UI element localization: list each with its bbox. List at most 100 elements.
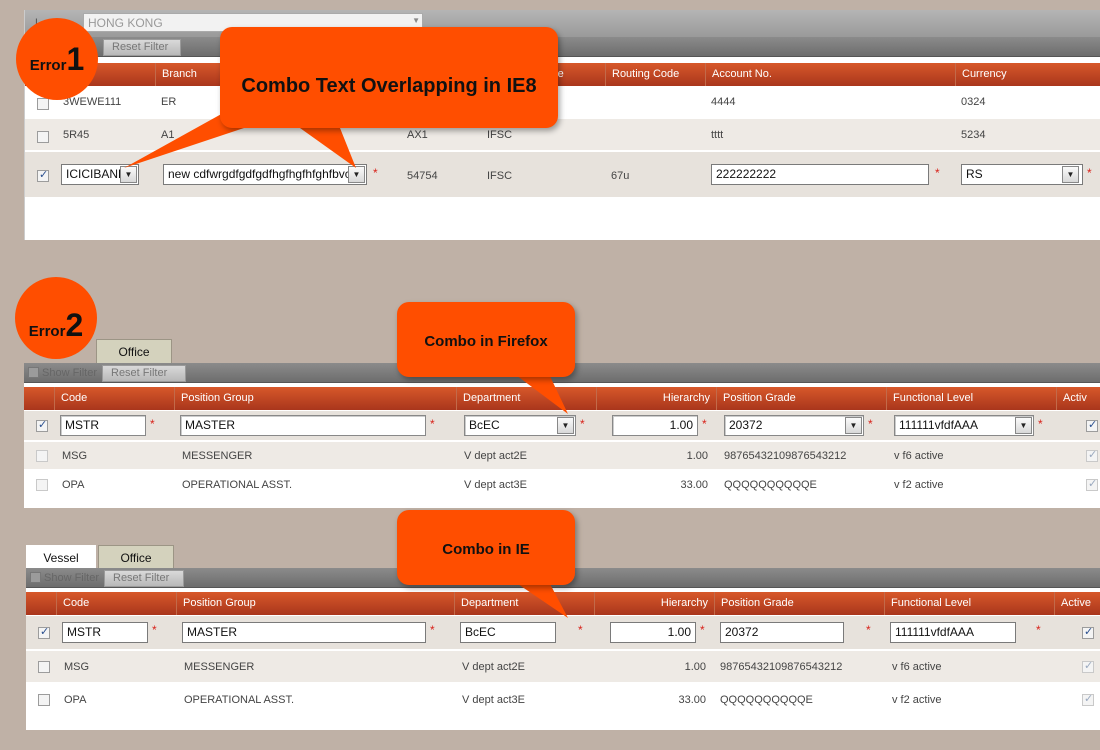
active-checkbox [1082,692,1094,706]
reset-filter-button[interactable]: Reset Filter [104,570,184,587]
col-routing-code[interactable]: Routing Code [605,63,679,86]
col-branch[interactable]: Branch [155,63,197,86]
location-combo-value: HONG KONG [88,16,163,30]
table-row[interactable]: 5R45 A1 AX1 IFSC tttt 5234 [25,119,1100,151]
col-hierarchy[interactable]: Hierarchy [594,592,714,615]
type-cell: IFSC [487,129,513,141]
department-cell: V dept act2E [464,450,527,462]
hierarchy-cell: 1.00 [684,661,706,673]
code-cell: MSG [64,661,90,673]
row-checkbox[interactable] [37,131,49,143]
chevron-down-icon[interactable]: ▼ [845,417,862,434]
position-grade-combo[interactable]: 20372 [720,622,844,643]
callout-combo-ie: Combo in IE [397,510,575,585]
col-hierarchy[interactable]: Hierarchy [596,387,716,410]
show-filter-toggle[interactable]: Show Filter [28,570,99,586]
currency-cell: 5234 [961,129,986,141]
position-grade-cell: QQQQQQQQQQE [724,479,817,491]
col-position-grade[interactable]: Position Grade [714,592,794,615]
active-checkbox [1082,659,1094,673]
tab-office[interactable]: Office [98,545,174,569]
position-group-input[interactable]: MASTER [182,622,426,643]
table-row[interactable]: MSG MESSENGER V dept act2E 1.00 98765432… [24,442,1100,470]
grid-area: Show Filter Reset Filter Code Position G… [26,568,1100,730]
chevron-down-icon[interactable]: ▼ [120,166,137,183]
account-input[interactable]: 222222222 [711,164,929,185]
required-marker: * [935,166,940,180]
col-department[interactable]: Department [454,592,518,615]
col-account-no[interactable]: Account No. [705,63,772,86]
row-checkbox[interactable] [36,418,48,432]
chevron-down-icon[interactable]: ▼ [348,166,365,183]
col-functional-level[interactable]: Functional Level [886,387,973,410]
functional-level-combo[interactable]: 111111vfdfAAA [890,622,1016,643]
show-filter-checkbox[interactable] [30,572,41,583]
table-row-editing[interactable]: MSTR * MASTER * BcEC ▼ * 1.00 * 20372 ▼ … [24,411,1100,441]
code-input[interactable]: MSTR [60,415,146,436]
col-code[interactable]: Code [56,592,89,615]
department-combo-value: BcEC [469,418,500,432]
account-cell: tttt [711,129,724,141]
row-checkbox[interactable] [36,450,48,462]
show-filter-toggle[interactable]: Show Filter [26,365,97,381]
col-active[interactable]: Activ [1056,387,1087,410]
col-currency[interactable]: Currency [955,63,1007,86]
branch-combo[interactable]: new cdfwrgdfgdfgdfhgfhgfhfghfbvc ▼ [163,164,367,185]
active-checkbox[interactable] [1082,625,1094,639]
chevron-down-icon[interactable]: ▼ [1015,417,1032,434]
chevron-down-icon[interactable]: ▼ [1062,166,1079,183]
functional-level-combo[interactable]: 111111vfdfAAA ▼ [894,415,1034,436]
hierarchy-input[interactable]: 1.00 [612,415,698,436]
col-position-group[interactable]: Position Group [176,592,256,615]
show-filter-checkbox[interactable] [28,367,39,378]
table-row[interactable]: OPA OPERATIONAL ASST. V dept act3E 33.00… [26,684,1100,716]
code-input[interactable]: MSTR [62,622,148,643]
currency-cell: 0324 [961,96,986,108]
required-marker: * [1038,417,1043,431]
hierarchy-input[interactable]: 1.00 [610,622,696,643]
row-checkbox[interactable] [37,168,49,182]
position-grade-combo[interactable]: 20372 ▼ [724,415,864,436]
bank-combo[interactable]: ICICIBANK ▼ [61,164,139,185]
reset-filter-button[interactable]: Reset Filter [103,39,181,56]
code-cell: OPA [64,694,87,706]
tab-office[interactable]: Office [96,339,172,363]
ie-table-header: Code Position Group Department Hierarchy… [26,592,1100,615]
department-cell: V dept act2E [462,661,525,673]
table-row-editing[interactable]: ICICIBANK ▼ new cdfwrgdfgdfgdfhgfhgfhfgh… [25,152,1100,198]
col-functional-level[interactable]: Functional Level [884,592,971,615]
row-checkbox[interactable] [38,661,50,673]
tab-vessel[interactable]: Vessel [26,545,96,569]
active-checkbox[interactable] [1086,418,1098,432]
currency-combo[interactable]: RS ▼ [961,164,1083,185]
reset-filter-button[interactable]: Reset Filter [102,365,186,382]
functional-level-cell: v f2 active [894,479,944,491]
show-filter-label: Show Filter [42,367,98,379]
grid-area: Show Filter Reset Filter Code Position G… [24,363,1100,508]
position-group-input[interactable]: MASTER [180,415,426,436]
error2-badge: Error2 [15,277,97,359]
table-row[interactable]: OPA OPERATIONAL ASST. V dept act3E 33.00… [24,471,1100,499]
table-row[interactable]: 3WEWE111 ER 4444 0324 [25,86,1100,118]
col-department[interactable]: Department [456,387,520,410]
department-combo[interactable]: BcEC [460,622,556,643]
table-row-editing[interactable]: MSTR * MASTER * BcEC * 1.00 * 20372 * 11… [26,616,1100,650]
row-checkbox[interactable] [37,98,49,110]
chevron-down-icon: ▼ [412,16,420,25]
error-number: 1 [66,41,85,77]
routing-cell: 67u [611,170,630,182]
chevron-down-icon[interactable]: ▼ [557,417,574,434]
department-combo[interactable]: BcEC ▼ [464,415,576,436]
error-word: Error [28,323,66,340]
col-code[interactable]: Code [54,387,87,410]
col-active[interactable]: Active [1054,592,1091,615]
col-position-group[interactable]: Position Group [174,387,254,410]
position-group-cell: OPERATIONAL ASST. [182,479,293,491]
row-checkbox[interactable] [36,479,48,491]
row-checkbox[interactable] [38,694,50,706]
required-marker: * [430,417,435,431]
type-code-cell: 54754 [407,170,438,182]
row-checkbox[interactable] [38,625,50,639]
table-row[interactable]: MSG MESSENGER V dept act2E 1.00 98765432… [26,651,1100,683]
col-position-grade[interactable]: Position Grade [716,387,796,410]
